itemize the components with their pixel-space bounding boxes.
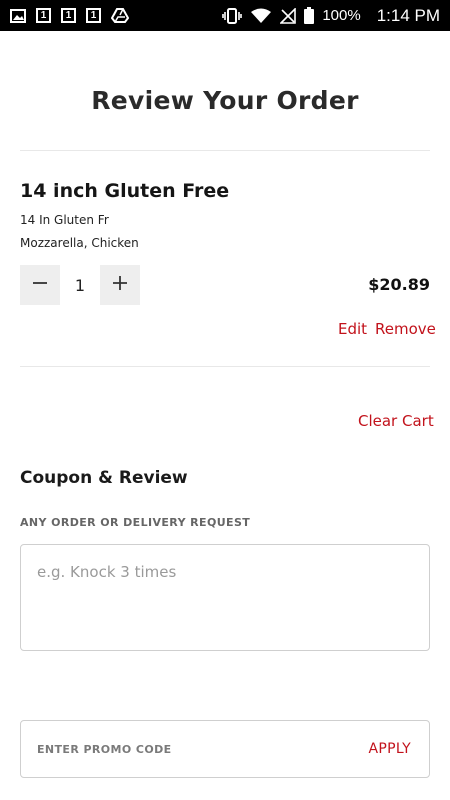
apply-promo-button[interactable]: APPLY (369, 741, 411, 757)
vibrate-icon (222, 7, 243, 24)
status-bar: 1 1 1 100% 1:14 PM (0, 0, 450, 31)
decrease-quantity-button[interactable] (20, 265, 60, 305)
promo-code-field: APPLY (20, 720, 430, 778)
request-label: ANY ORDER OR DELIVERY REQUEST (20, 516, 251, 529)
notification-icons: 1 1 1 (10, 8, 129, 23)
clock: 1:14 PM (376, 5, 440, 25)
no-signal-icon (280, 7, 297, 24)
delivery-request-input[interactable] (20, 544, 430, 651)
image-icon (10, 8, 26, 23)
battery-percent: 100% (322, 7, 361, 24)
quantity-value: 1 (74, 275, 86, 295)
sim-1-icon: 1 (61, 8, 76, 23)
item-name: 14 inch Gluten Free (20, 180, 230, 202)
item-price: $20.89 (368, 275, 430, 294)
divider (20, 150, 430, 151)
item-size: 14 In Gluten Fr (20, 213, 109, 227)
sim-1-icon: 1 (86, 8, 101, 23)
divider (20, 366, 430, 367)
clear-cart-link[interactable]: Clear Cart (358, 412, 434, 430)
edit-item-link[interactable]: Edit (338, 320, 367, 338)
sim-1-icon: 1 (36, 8, 51, 23)
remove-item-link[interactable]: Remove (375, 320, 436, 338)
section-title: Coupon & Review (20, 468, 188, 488)
item-toppings: Mozzarella, Chicken (20, 236, 139, 250)
drive-icon (111, 8, 129, 23)
page-title: Review Your Order (91, 86, 359, 115)
plus-icon (112, 275, 128, 295)
minus-icon (32, 275, 48, 295)
system-icons: 100% 1:14 PM (222, 6, 440, 26)
increase-quantity-button[interactable] (100, 265, 140, 305)
wifi-icon (250, 8, 272, 24)
promo-code-input[interactable] (37, 742, 369, 756)
battery-icon (304, 7, 315, 24)
